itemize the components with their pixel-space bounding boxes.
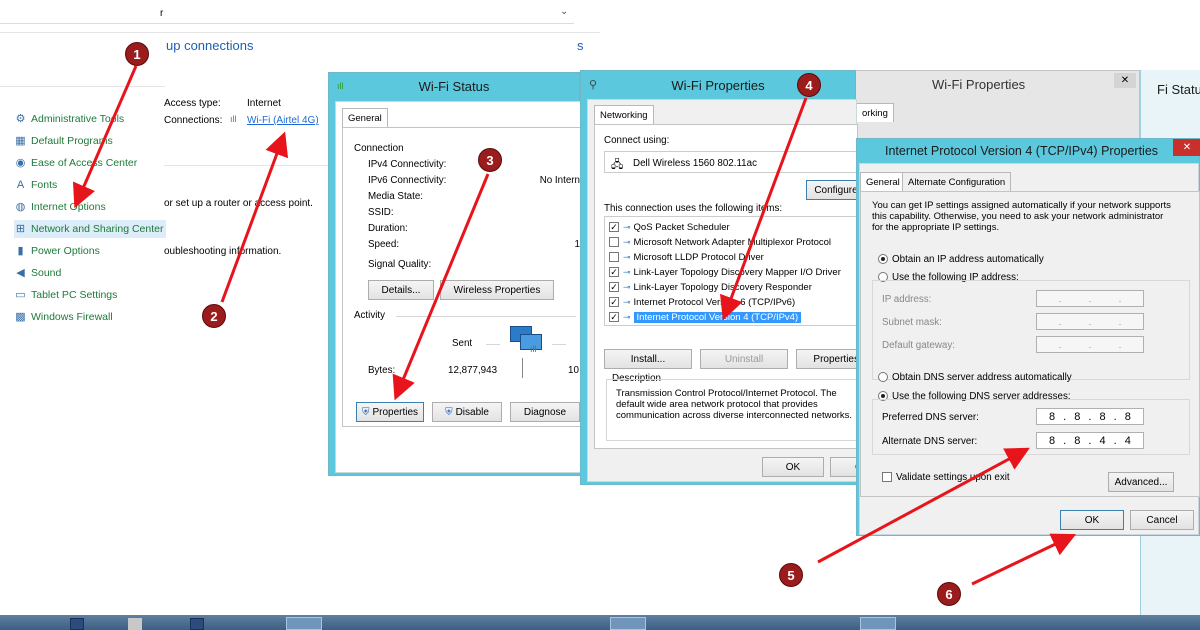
taskbar-button[interactable]: [286, 617, 322, 630]
arrow-1: [72, 65, 138, 209]
step-badge-2: 2: [202, 304, 226, 328]
arrow-5: [817, 447, 1030, 564]
arrow-4: [720, 97, 808, 321]
taskbar: [0, 615, 1200, 630]
step-badge-1: 1: [125, 42, 149, 66]
step-badge-4: 4: [797, 73, 821, 97]
arrow-6: [971, 533, 1077, 586]
step-badge-3: 3: [478, 148, 502, 172]
step-badge-6: 6: [937, 582, 961, 606]
taskbar-button[interactable]: [128, 618, 142, 630]
taskbar-button[interactable]: [190, 618, 204, 630]
taskbar-button[interactable]: [860, 617, 896, 630]
taskbar-button[interactable]: [610, 617, 646, 630]
taskbar-button[interactable]: [70, 618, 84, 630]
arrow-3: [392, 173, 490, 401]
annotation-arrows: [72, 65, 1077, 586]
arrow-2: [220, 131, 289, 303]
step-badge-5: 5: [779, 563, 803, 587]
